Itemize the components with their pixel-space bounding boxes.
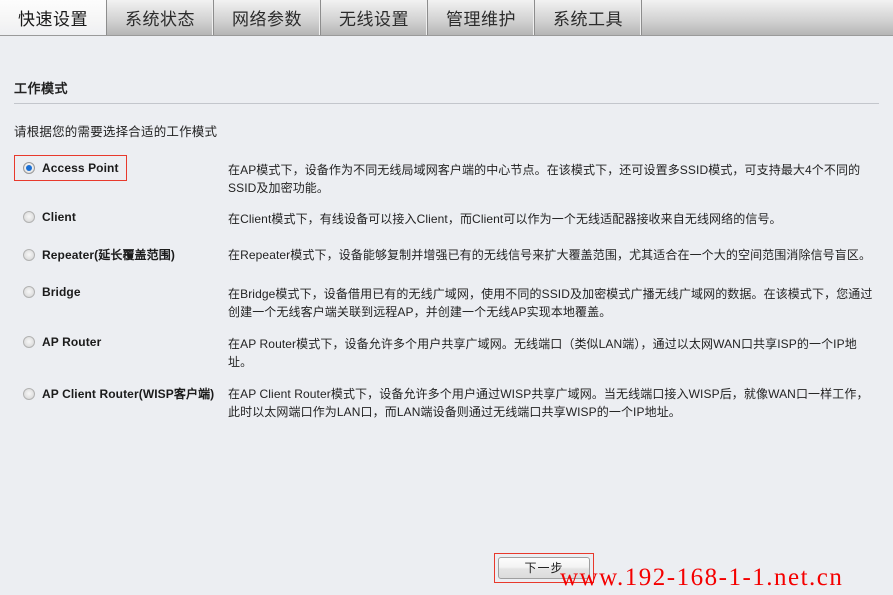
radio-option-ap-router[interactable]: AP Router	[14, 329, 109, 355]
radio-option-label: Access Point	[42, 161, 119, 175]
tab-network-parameters[interactable]: 网络参数	[214, 0, 321, 35]
page-intro-text: 请根据您的需要选择合适的工作模式	[14, 125, 218, 139]
radio-option-client[interactable]: Client	[14, 204, 84, 230]
mode-description: 在AP模式下，设备作为不同无线局域网客户端的中心节点。在该模式下，还可设置多SS…	[228, 163, 861, 195]
tab-system-tools[interactable]: 系统工具	[535, 0, 642, 35]
mode-option-cell: AP Router	[14, 328, 228, 355]
radio-option-repeater[interactable]: Repeater(延长覆盖范围)	[14, 240, 183, 269]
mode-description: 在Bridge模式下，设备借用已有的无线广域网，使用不同的SSID及加密模式广播…	[228, 287, 873, 319]
mode-description: 在AP Router模式下，设备允许多个用户共享广域网。无线端口（类似LAN端）…	[228, 337, 857, 369]
mode-row: Bridge 在Bridge模式下，设备借用已有的无线广域网，使用不同的SSID…	[14, 278, 879, 321]
mode-row: Access Point 在AP模式下，设备作为不同无线局域网客户端的中心节点。…	[14, 154, 879, 197]
mode-description: 在AP Client Router模式下，设备允许多个用户通过WISP共享广域网…	[228, 387, 869, 419]
tab-label: 快速设置	[18, 10, 88, 29]
radio-button-icon[interactable]	[23, 286, 35, 298]
radio-button-icon[interactable]	[23, 336, 35, 348]
mode-row: AP Client Router(WISP客户端) 在AP Client Rou…	[14, 378, 879, 421]
radio-button-icon[interactable]	[23, 387, 35, 400]
mode-description: 在Client模式下，有线设备可以接入Client，而Client可以作为一个无…	[228, 212, 782, 226]
mode-option-cell: Repeater(延长覆盖范围)	[14, 239, 228, 269]
mode-option-cell: Access Point	[14, 154, 228, 181]
mode-row: Repeater(延长覆盖范围) 在Repeater模式下，设备能够复制并增强已…	[14, 239, 879, 269]
mode-option-cell: Bridge	[14, 278, 228, 305]
page-content: 工作模式 请根据您的需要选择合适的工作模式 Access Point 在AP模式…	[0, 78, 893, 421]
tab-label: 管理维护	[446, 10, 516, 29]
tab-label: 系统工具	[553, 10, 623, 29]
radio-option-label: Client	[42, 210, 76, 224]
radio-option-ap-client-router[interactable]: AP Client Router(WISP客户端)	[14, 379, 222, 408]
radio-option-label: AP Client Router(WISP客户端)	[42, 387, 215, 401]
mode-description: 在Repeater模式下，设备能够复制并增强已有的无线信号来扩大覆盖范围，尤其适…	[228, 248, 872, 262]
radio-button-icon[interactable]	[23, 162, 35, 174]
tab-quick-setup[interactable]: 快速设置	[0, 0, 107, 35]
page-title: 工作模式	[14, 78, 879, 104]
tab-label: 网络参数	[232, 10, 302, 29]
tab-label: 无线设置	[339, 10, 409, 29]
work-mode-option-list: Access Point 在AP模式下，设备作为不同无线局域网客户端的中心节点。…	[14, 154, 879, 421]
site-watermark: www.192-168-1-1.net.cn	[560, 564, 844, 591]
tab-bar-filler	[642, 0, 893, 35]
mode-row: AP Router 在AP Router模式下，设备允许多个用户共享广域网。无线…	[14, 328, 879, 371]
radio-button-icon[interactable]	[23, 211, 35, 223]
radio-option-label: AP Router	[42, 335, 102, 349]
radio-option-label: Repeater(延长覆盖范围)	[42, 248, 175, 262]
mode-option-cell: Client	[14, 203, 228, 230]
radio-option-label: Bridge	[42, 285, 81, 299]
tab-wireless-settings[interactable]: 无线设置	[321, 0, 428, 35]
mode-row: Client 在Client模式下，有线设备可以接入Client，而Client…	[14, 203, 879, 230]
radio-option-bridge[interactable]: Bridge	[14, 279, 89, 305]
main-tab-bar: 快速设置 系统状态 网络参数 无线设置 管理维护 系统工具	[0, 0, 893, 36]
mode-option-cell: AP Client Router(WISP客户端)	[14, 378, 228, 408]
radio-button-icon[interactable]	[23, 248, 35, 261]
radio-option-access-point[interactable]: Access Point	[14, 155, 127, 181]
tab-system-status[interactable]: 系统状态	[107, 0, 214, 35]
tab-label: 系统状态	[125, 10, 195, 29]
tab-management-maintenance[interactable]: 管理维护	[428, 0, 535, 35]
